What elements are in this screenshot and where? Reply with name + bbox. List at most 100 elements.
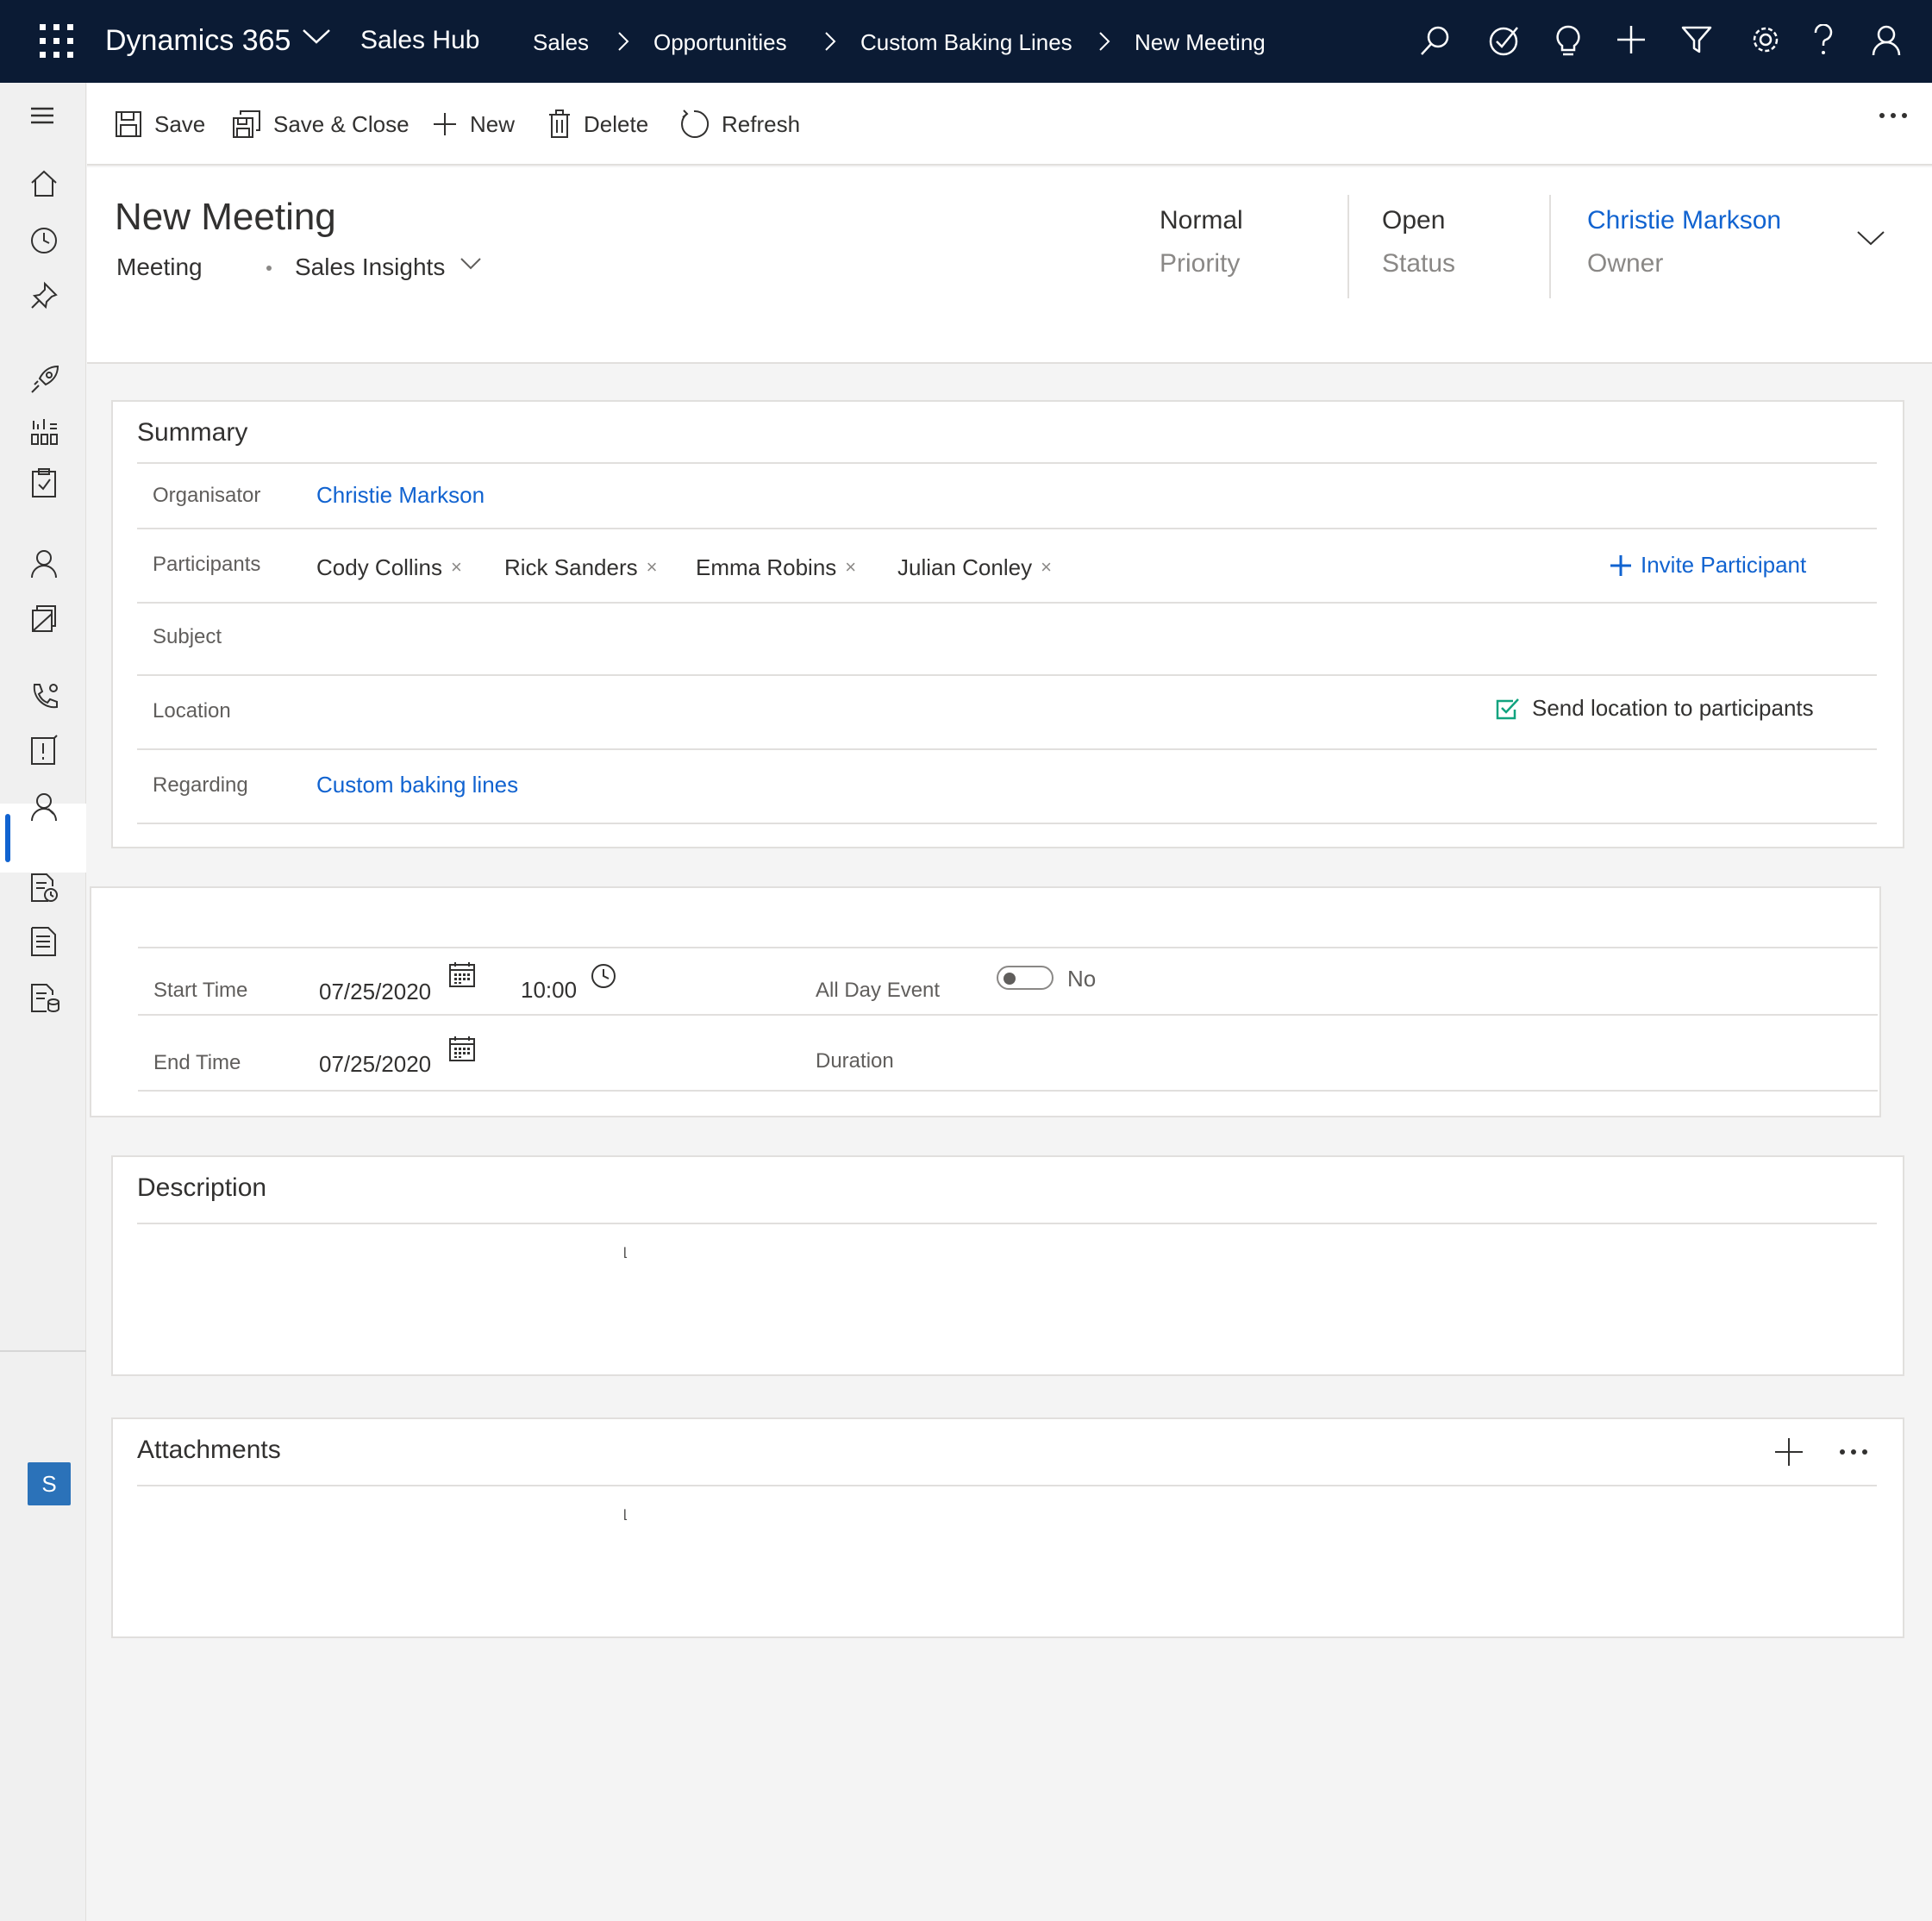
lightbulb-icon[interactable]	[1554, 24, 1583, 57]
save-icon	[115, 110, 142, 138]
activities-clipboard-icon[interactable]	[29, 467, 59, 498]
add-icon	[432, 111, 458, 137]
start-time-input[interactable]: 10:00	[521, 974, 577, 1005]
accounts-person-icon[interactable]	[29, 548, 59, 579]
breadcrumb-sales[interactable]: Sales	[533, 26, 589, 59]
participant-chip[interactable]: Julian Conley ×	[897, 552, 1052, 583]
invoices-document-icon[interactable]	[29, 983, 60, 1014]
text-cursor-icon: ⌊	[623, 1507, 628, 1521]
form-selector[interactable]: Sales Insights	[295, 250, 445, 285]
description-section: Description ⌊	[111, 1155, 1904, 1376]
refresh-button[interactable]: Refresh	[678, 105, 800, 143]
subject-input[interactable]	[316, 621, 1782, 652]
expand-header-chevron-icon[interactable]	[1856, 229, 1885, 247]
app-name[interactable]: Sales Hub	[360, 22, 479, 59]
dashboards-icon[interactable]	[29, 417, 59, 447]
status-field[interactable]: Open Status	[1382, 203, 1455, 281]
breadcrumb-new-meeting[interactable]: New Meeting	[1135, 26, 1266, 59]
area-switcher-avatar[interactable]: S	[28, 1462, 71, 1505]
remove-participant-icon[interactable]: ×	[1041, 552, 1052, 583]
save-button[interactable]: Save	[115, 105, 205, 143]
calendar-icon[interactable]	[448, 960, 476, 988]
divider	[137, 462, 1877, 464]
help-icon[interactable]	[1812, 24, 1835, 57]
top-navigation-bar: Dynamics 365 Sales Hub Sales Opportuniti…	[0, 0, 1932, 83]
delete-button[interactable]: Delete	[547, 105, 648, 143]
start-time-label: Start Time	[153, 979, 248, 1002]
send-location-checkbox[interactable]: Send location to participants	[1496, 695, 1814, 722]
breadcrumb-custom-baking-lines[interactable]: Custom Baking Lines	[860, 26, 1072, 59]
participant-chip[interactable]: Cody Collins ×	[316, 552, 462, 583]
chevron-down-icon[interactable]	[302, 28, 331, 45]
hamburger-menu-icon[interactable]	[29, 105, 55, 126]
duration-label: Duration	[816, 1049, 894, 1073]
all-day-event-toggle[interactable]	[997, 966, 1054, 990]
recent-icon[interactable]	[29, 226, 59, 255]
more-commands-icon[interactable]	[1879, 112, 1908, 119]
delete-label: Delete	[584, 110, 649, 137]
get-started-rocket-icon[interactable]	[29, 364, 60, 395]
new-label: New	[470, 110, 516, 137]
description-textarea[interactable]	[137, 1238, 1877, 1359]
quotes-document-icon[interactable]	[29, 873, 59, 904]
participant-name: Rick Sanders	[504, 554, 638, 580]
all-day-event-value: No	[1067, 966, 1097, 992]
settings-icon[interactable]	[1750, 24, 1781, 55]
priority-field[interactable]: Normal Priority	[1160, 203, 1243, 281]
calendar-icon[interactable]	[448, 1035, 476, 1062]
start-date-input[interactable]: 07/25/2020	[319, 976, 431, 1007]
organizer-value[interactable]: Christie Markson	[316, 479, 485, 510]
participant-name: Julian Conley	[897, 554, 1033, 580]
meeting-activity-icon[interactable]	[29, 735, 59, 766]
refresh-label: Refresh	[722, 110, 801, 137]
duration-input[interactable]	[997, 1047, 1514, 1078]
save-and-close-button[interactable]: Save & Close	[232, 105, 410, 143]
trash-icon	[547, 110, 572, 139]
remove-participant-icon[interactable]: ×	[845, 552, 856, 583]
end-date-input[interactable]: 07/25/2020	[319, 1048, 431, 1079]
plus-icon[interactable]	[1616, 24, 1647, 55]
chevron-right-icon	[617, 31, 629, 52]
divider	[137, 1223, 1877, 1224]
clock-icon[interactable]	[590, 962, 617, 990]
breadcrumb-opportunities[interactable]: Opportunities	[653, 26, 787, 59]
nav-divider	[0, 1350, 86, 1352]
regarding-value[interactable]: Custom baking lines	[316, 769, 518, 800]
header-divider	[1347, 195, 1349, 298]
search-icon[interactable]	[1419, 24, 1452, 57]
divider	[138, 1090, 1878, 1092]
header-divider	[1549, 195, 1551, 298]
contacts-cards-icon[interactable]	[29, 602, 59, 633]
priority-label: Priority	[1160, 249, 1241, 278]
more-options-icon[interactable]	[1839, 1449, 1868, 1455]
new-button[interactable]: New	[432, 105, 515, 143]
pinned-icon[interactable]	[29, 281, 59, 310]
brand-title: Dynamics 365	[105, 24, 291, 57]
participant-chip[interactable]: Rick Sanders ×	[504, 552, 657, 583]
user-profile-icon[interactable]	[1871, 24, 1902, 57]
checkbox-checked-icon	[1496, 698, 1520, 720]
owner-label: Owner	[1587, 249, 1664, 278]
app-launcher-icon[interactable]	[40, 24, 74, 59]
status-label: Status	[1382, 249, 1456, 278]
location-input[interactable]	[316, 695, 1523, 726]
filter-icon[interactable]	[1681, 24, 1712, 55]
add-attachment-icon[interactable]	[1773, 1436, 1804, 1467]
phone-call-icon[interactable]	[29, 681, 60, 712]
orders-document-icon[interactable]	[29, 926, 59, 957]
participant-chip[interactable]: Emma Robins ×	[696, 552, 856, 583]
page-title: New Meeting	[115, 196, 336, 238]
invite-participant-button[interactable]: Invite Participant	[1610, 552, 1806, 579]
divider	[137, 602, 1877, 604]
chevron-down-icon[interactable]	[460, 257, 482, 271]
owner-value[interactable]: Christie Markson	[1587, 203, 1781, 238]
leads-person-icon[interactable]	[29, 792, 59, 823]
remove-participant-icon[interactable]: ×	[647, 552, 658, 583]
owner-field[interactable]: Christie Markson Owner	[1587, 203, 1781, 281]
remove-participant-icon[interactable]: ×	[451, 552, 462, 583]
refresh-icon	[678, 109, 710, 140]
command-bar: Save Save & Close New Delete Refresh	[87, 83, 1932, 166]
task-check-icon[interactable]	[1488, 24, 1521, 57]
home-icon[interactable]	[29, 169, 59, 198]
all-day-event-label: All Day Event	[816, 979, 941, 1002]
